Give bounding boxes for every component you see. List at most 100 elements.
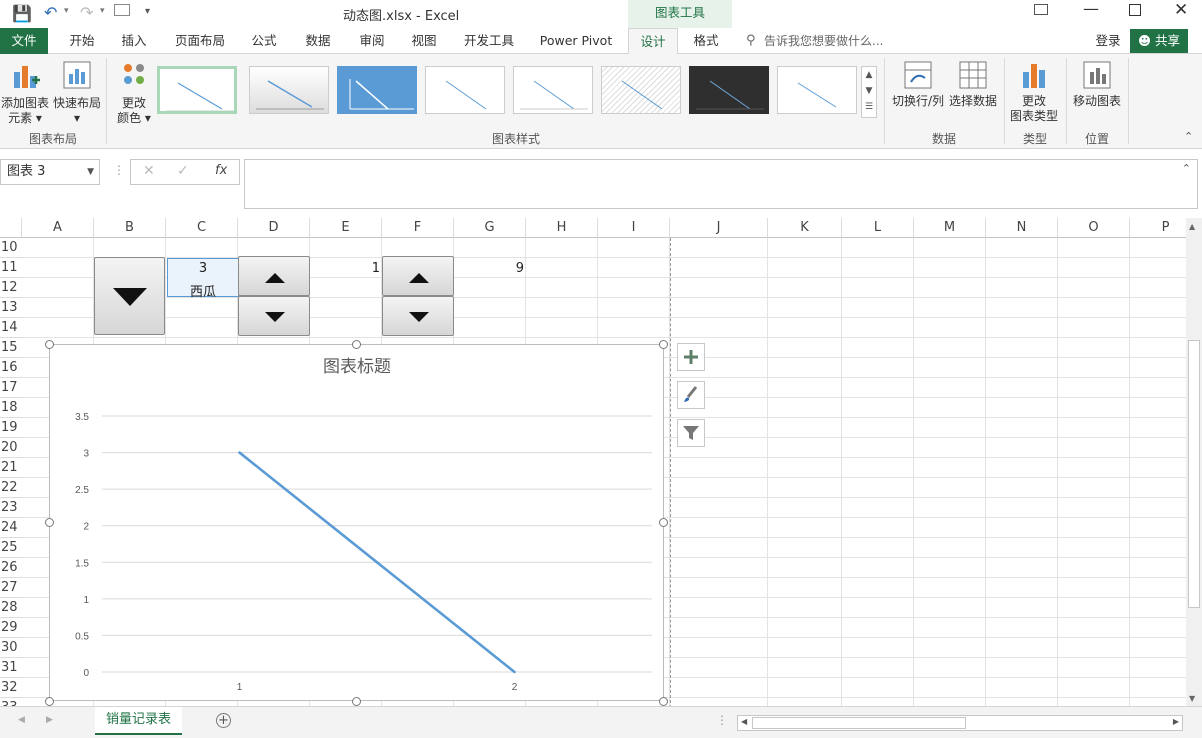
row-header-33[interactable]: 33	[0, 698, 22, 706]
row-header-28[interactable]: 28	[0, 598, 22, 618]
tab-view[interactable]: 视图	[404, 28, 444, 54]
ribbon-display-icon[interactable]	[1034, 4, 1048, 15]
select-all-corner[interactable]	[0, 218, 22, 238]
tab-data[interactable]: 数据	[296, 28, 340, 54]
formula-input[interactable]: ⌃	[244, 159, 1198, 209]
resize-handle[interactable]	[659, 697, 668, 706]
tab-developer[interactable]: 开发工具	[456, 28, 522, 54]
chart-style-4[interactable]	[425, 66, 505, 114]
sheet-tab-sales[interactable]: 销量记录表	[95, 707, 182, 735]
cell-g11[interactable]: 9	[455, 261, 524, 276]
column-header-c[interactable]: C	[166, 218, 238, 238]
column-header-b[interactable]: B	[94, 218, 166, 238]
cancel-icon[interactable]: ✕	[143, 163, 155, 179]
horizontal-scrollbar[interactable]: ◀ ▶	[737, 715, 1183, 731]
scroll-down-icon[interactable]: ▼	[862, 83, 876, 99]
chart-style-5[interactable]	[513, 66, 593, 114]
chart-style-8[interactable]	[777, 66, 857, 114]
row-header-13[interactable]: 13	[0, 298, 22, 318]
row-header-27[interactable]: 27	[0, 578, 22, 598]
customize-qat-icon[interactable]: ▾	[145, 6, 150, 17]
row-header-25[interactable]: 25	[0, 538, 22, 558]
redo-dropdown-icon[interactable]: ▾	[100, 6, 105, 16]
scroll-up-icon[interactable]: ▲	[862, 67, 876, 83]
row-header-11[interactable]: 11	[0, 258, 22, 278]
row-header-20[interactable]: 20	[0, 438, 22, 458]
row-header-10[interactable]: 10	[0, 238, 22, 258]
select-data-button[interactable]: 选择数据	[946, 60, 1000, 110]
column-header-d[interactable]: D	[238, 218, 310, 238]
save-icon[interactable]: 💾	[12, 4, 32, 23]
chart-title[interactable]: 图表标题	[323, 357, 391, 376]
tab-format[interactable]: 格式	[684, 28, 728, 54]
row-header-23[interactable]: 23	[0, 498, 22, 518]
row-header-17[interactable]: 17	[0, 378, 22, 398]
tell-me-input[interactable]: 告诉我您想要做什么...	[764, 28, 894, 54]
chart-style-6[interactable]	[601, 66, 681, 114]
resize-handle[interactable]	[659, 518, 668, 527]
switch-row-column-button[interactable]: 切换行/列	[888, 60, 948, 110]
tab-review[interactable]: 审阅	[350, 28, 394, 54]
spinner-2-down[interactable]	[382, 296, 454, 336]
column-header-o[interactable]: O	[1058, 218, 1130, 238]
maximize-icon[interactable]	[1129, 4, 1141, 16]
form-icon[interactable]	[114, 4, 130, 16]
row-header-30[interactable]: 30	[0, 638, 22, 658]
column-header-l[interactable]: L	[842, 218, 914, 238]
close-icon[interactable]: ✕	[1174, 0, 1188, 20]
chart-style-7[interactable]	[689, 66, 769, 114]
resize-handle[interactable]	[45, 518, 54, 527]
h-scroll-thumb[interactable]	[752, 717, 966, 729]
sign-in-link[interactable]: 登录	[1090, 28, 1126, 54]
tab-insert[interactable]: 插入	[112, 28, 156, 54]
resize-handle[interactable]	[352, 340, 361, 349]
tab-design[interactable]: 设计	[628, 28, 678, 55]
tab-page-layout[interactable]: 页面布局	[168, 28, 232, 54]
chart-styles-button[interactable]	[677, 381, 705, 409]
name-box[interactable]: 图表 3 ▼	[0, 159, 100, 185]
chart-style-1[interactable]	[157, 66, 237, 114]
chart-area[interactable]: 图表标题 0 0.5 1 1.5 2 2.5 3 3.5 12	[49, 344, 664, 701]
column-header-m[interactable]: M	[914, 218, 986, 238]
cell-c11[interactable]: 3	[167, 261, 239, 276]
spinner-1-down[interactable]	[238, 296, 310, 336]
column-header-f[interactable]: F	[382, 218, 454, 238]
scroll-thumb[interactable]	[1188, 340, 1200, 608]
column-header-n[interactable]: N	[986, 218, 1058, 238]
row-header-31[interactable]: 31	[0, 658, 22, 678]
row-header-32[interactable]: 32	[0, 678, 22, 698]
column-header-j[interactable]: J	[670, 218, 768, 238]
undo-icon[interactable]: ↶	[44, 3, 57, 22]
insert-function-icon[interactable]: fx	[215, 163, 227, 178]
chart-style-3[interactable]	[337, 66, 417, 114]
tab-power-pivot[interactable]: Power Pivot	[534, 28, 618, 54]
scroll-down-button[interactable]	[94, 257, 165, 335]
share-button[interactable]: ☻ 共享	[1130, 29, 1188, 53]
row-header-14[interactable]: 14	[0, 318, 22, 338]
chart-filters-button[interactable]	[677, 419, 705, 447]
row-header-21[interactable]: 21	[0, 458, 22, 478]
scroll-down-icon[interactable]: ▼	[1189, 694, 1195, 703]
change-colors-button[interactable]: 更改 颜色 ▾	[112, 60, 156, 126]
cell-c12[interactable]: 西瓜	[167, 281, 239, 300]
vertical-scrollbar[interactable]: ▲ ▼	[1186, 218, 1202, 706]
tab-formulas[interactable]: 公式	[244, 28, 284, 54]
more-styles-icon[interactable]: ☰	[862, 99, 876, 115]
spinner-1-up[interactable]	[238, 256, 310, 296]
chart-elements-button[interactable]	[677, 343, 705, 371]
tab-file[interactable]: 文件	[0, 28, 48, 54]
chevron-down-icon[interactable]: ▼	[87, 160, 94, 184]
quick-layout-button[interactable]: 快速布局 ▾	[52, 60, 102, 126]
chart-style-2[interactable]	[249, 66, 329, 114]
next-sheet-icon[interactable]: ▶	[46, 715, 53, 725]
column-header-p[interactable]: P	[1130, 218, 1186, 238]
scroll-up-icon[interactable]: ▲	[1189, 222, 1195, 231]
row-header-18[interactable]: 18	[0, 398, 22, 418]
column-header-i[interactable]: I	[598, 218, 670, 238]
style-gallery-scroll[interactable]: ▲ ▼ ☰	[861, 66, 877, 118]
scroll-left-icon[interactable]: ◀	[741, 717, 747, 726]
add-sheet-icon[interactable]: +	[216, 713, 231, 728]
scroll-right-icon[interactable]: ▶	[1173, 717, 1179, 726]
row-header-15[interactable]: 15	[0, 338, 22, 358]
row-header-24[interactable]: 24	[0, 518, 22, 538]
